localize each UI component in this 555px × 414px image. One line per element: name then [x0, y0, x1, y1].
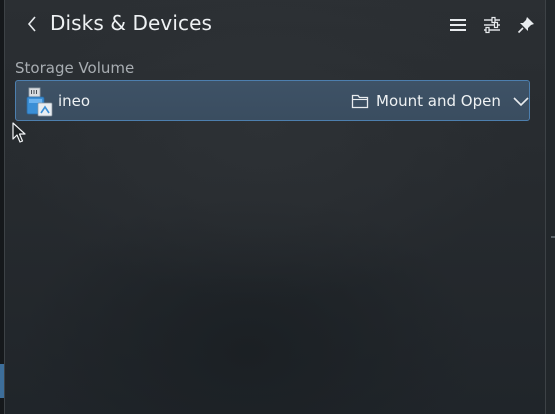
mount-and-open-button[interactable]: Mount and Open: [351, 87, 501, 115]
desktop-edge-mark: [551, 236, 555, 238]
configure-button[interactable]: [479, 12, 505, 38]
pin-icon: [517, 17, 534, 34]
mouse-cursor-icon: [12, 122, 26, 143]
pin-button[interactable]: [513, 12, 539, 38]
chevron-left-icon: [27, 16, 36, 32]
removable-drive-icon: [26, 87, 53, 117]
folder-icon: [351, 94, 369, 109]
desktop-edge-right: [546, 0, 555, 414]
popup-header: Disks & Devices: [5, 0, 545, 50]
chevron-down-icon: [513, 97, 529, 107]
disks-devices-popup: Disks & Devices Storage Volume ineo Moun…: [4, 0, 546, 414]
device-item-ineo[interactable]: ineo Mount and Open: [15, 80, 530, 121]
back-button[interactable]: [19, 10, 45, 38]
hamburger-menu-icon: [450, 19, 466, 31]
page-title: Disks & Devices: [50, 11, 213, 35]
action-label: Mount and Open: [376, 92, 501, 110]
section-heading: Storage Volume: [15, 59, 135, 77]
expand-details-button[interactable]: [509, 91, 533, 111]
menu-button[interactable]: [445, 12, 471, 38]
sliders-icon: [484, 16, 500, 34]
device-name: ineo: [58, 92, 91, 110]
